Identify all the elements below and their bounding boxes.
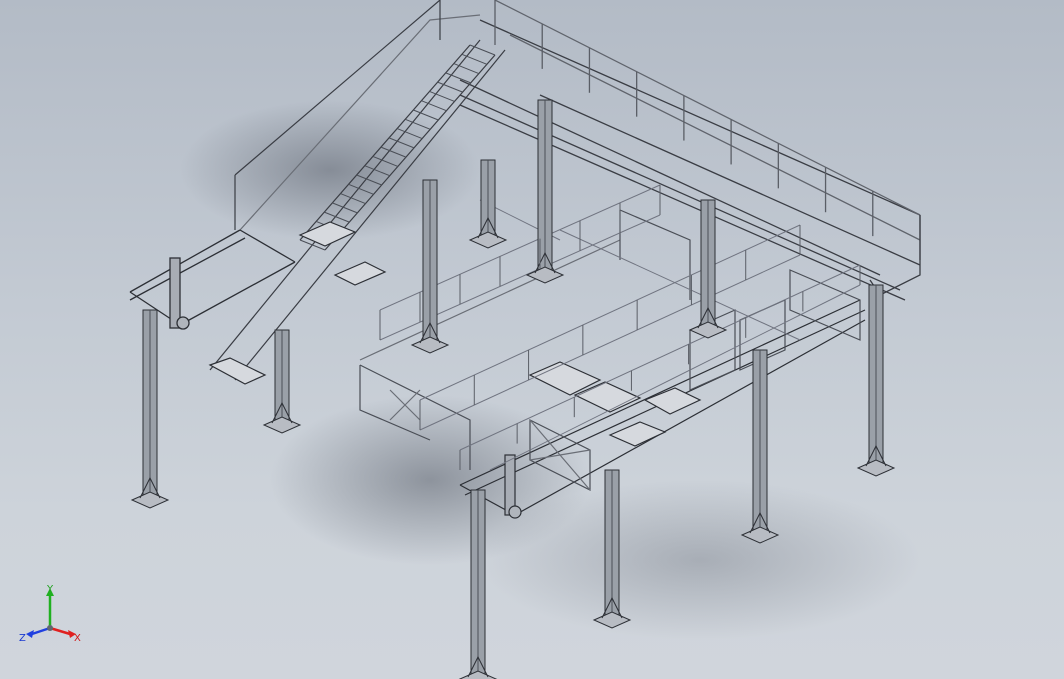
z-axis-label: Z bbox=[19, 633, 26, 644]
cad-viewport[interactable]: Y X Z bbox=[0, 0, 1064, 679]
x-axis-arrow bbox=[49, 626, 71, 636]
column-10 bbox=[856, 284, 896, 477]
x-axis-label: X bbox=[74, 633, 81, 644]
triad-origin bbox=[47, 625, 53, 631]
y-axis-label: Y bbox=[46, 584, 54, 595]
column-1 bbox=[130, 309, 170, 509]
column-6 bbox=[688, 199, 728, 339]
z-axis-arrowhead bbox=[26, 630, 34, 638]
steel-platform-model[interactable] bbox=[0, 0, 1064, 679]
view-orientation-triad[interactable]: Y X Z bbox=[18, 584, 88, 646]
column-2 bbox=[262, 329, 302, 434]
